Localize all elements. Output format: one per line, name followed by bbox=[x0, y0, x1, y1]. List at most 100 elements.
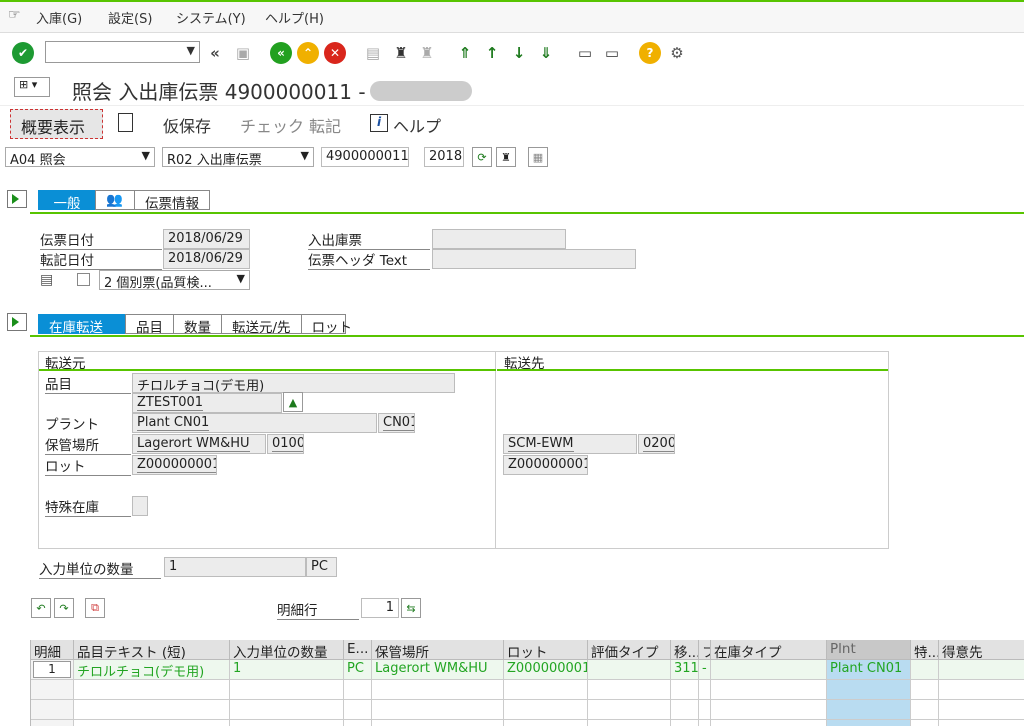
last-page-icon[interactable]: ⇓ bbox=[535, 42, 557, 64]
empty-cell bbox=[711, 680, 827, 700]
info-icon[interactable]: i bbox=[370, 114, 388, 132]
execute-icon[interactable]: ⟳ bbox=[472, 147, 492, 167]
column-header-customer[interactable]: 得意先 bbox=[939, 640, 1024, 660]
plant-value: CN01 bbox=[383, 415, 414, 431]
first-page-icon[interactable]: ⇑ bbox=[454, 42, 476, 64]
empty-cell bbox=[31, 720, 74, 726]
print-option-select[interactable]: 2 個別票(品質検... ▼ bbox=[99, 270, 250, 291]
empty-cell bbox=[344, 720, 372, 726]
reference-doc-select[interactable]: R02 入出庫伝票 ▼ bbox=[162, 147, 314, 168]
material-image-icon[interactable]: ▲ bbox=[283, 392, 303, 412]
unit-field: PC bbox=[306, 557, 337, 577]
tab-batch[interactable]: ロット bbox=[300, 314, 352, 336]
column-header-batch[interactable]: ロット bbox=[504, 640, 588, 660]
command-field[interactable]: ▼ bbox=[45, 41, 200, 63]
exit-icon[interactable]: ⌃ bbox=[297, 42, 319, 64]
column-header-movement-type[interactable]: 移... bbox=[671, 640, 699, 660]
document-number-input[interactable]: 4900000011 bbox=[321, 147, 409, 167]
next-page-icon[interactable]: ↓ bbox=[508, 42, 530, 64]
column-header-text[interactable]: 品目テキスト (短) bbox=[74, 640, 230, 660]
tab-general[interactable]: 一般 bbox=[38, 190, 96, 212]
column-header-flag[interactable]: フ bbox=[699, 640, 711, 660]
previous-item-icon[interactable]: ↶ bbox=[31, 598, 51, 618]
new-document-icon[interactable] bbox=[118, 113, 133, 132]
item-tabs: 在庫転送 品目 数量 転送元/先 ロット bbox=[38, 314, 352, 336]
quantity-label: 入力単位の数量 bbox=[39, 558, 161, 579]
to-batch-field: Z000000001 bbox=[503, 455, 588, 475]
cell-item[interactable]: 1 bbox=[31, 660, 74, 680]
action-select[interactable]: A04 照会 ▼ bbox=[5, 147, 155, 168]
cancel-icon[interactable]: ✕ bbox=[324, 42, 346, 64]
storage-location-value: 0100 bbox=[272, 436, 304, 452]
expand-item-icon[interactable] bbox=[7, 313, 27, 331]
column-header-valuation-type[interactable]: 評価タイプ bbox=[588, 640, 671, 660]
empty-cell bbox=[372, 700, 504, 720]
tab-quantity[interactable]: 数量 bbox=[173, 314, 222, 336]
find-icon[interactable]: ♜ bbox=[390, 42, 412, 64]
item-number-input[interactable]: 1 bbox=[33, 661, 71, 678]
empty-cell bbox=[911, 720, 939, 726]
next-item-icon[interactable]: ↷ bbox=[54, 598, 74, 618]
empty-cell bbox=[74, 700, 230, 720]
collapse-command-icon[interactable]: « bbox=[204, 42, 226, 64]
go-to-item-icon[interactable]: ⇆ bbox=[401, 598, 421, 618]
tab-material[interactable]: 品目 bbox=[125, 314, 174, 336]
gear-icon[interactable]: ⚙ bbox=[666, 42, 688, 64]
help-icon[interactable]: ? bbox=[639, 42, 661, 64]
post-button[interactable]: 転記 bbox=[309, 113, 341, 137]
check-button[interactable]: チェック bbox=[240, 113, 304, 137]
line-item-input[interactable]: 1 bbox=[361, 598, 399, 618]
column-header-quantity[interactable]: 入力単位の数量 bbox=[230, 640, 344, 660]
back-icon[interactable]: « bbox=[270, 42, 292, 64]
menu-item-goods-receipt[interactable]: 入庫(G) bbox=[36, 8, 82, 27]
find-next-icon[interactable]: ♜ bbox=[416, 42, 438, 64]
chevron-down-icon[interactable]: ▼ bbox=[301, 149, 309, 162]
header-text-field bbox=[432, 249, 636, 269]
print-option-value: 2 個別票(品質検... bbox=[104, 276, 212, 291]
column-header-stock-type[interactable]: 在庫タイプ bbox=[711, 640, 827, 660]
tab-doc-info[interactable]: 伝票情報 bbox=[134, 190, 210, 212]
menu-icon[interactable]: ☞ bbox=[8, 7, 21, 23]
cell-plant: Plant CN01 bbox=[827, 660, 911, 680]
column-header-storage-location[interactable]: 保管場所 bbox=[372, 640, 504, 660]
hold-button[interactable]: 仮保存 bbox=[163, 113, 211, 137]
shortcut-icon[interactable]: ▭ bbox=[601, 42, 623, 64]
menu-item-settings[interactable]: 設定(S) bbox=[108, 8, 152, 27]
chevron-down-icon[interactable]: ▼ bbox=[237, 272, 245, 285]
empty-cell bbox=[827, 720, 911, 726]
special-stock-label: 特殊在庫 bbox=[45, 496, 131, 517]
empty-cell bbox=[230, 720, 344, 726]
chevron-down-icon[interactable]: ▼ bbox=[142, 149, 150, 162]
find-icon[interactable]: ♜ bbox=[496, 147, 516, 167]
menu-item-system[interactable]: システム(Y) bbox=[176, 8, 246, 27]
column-header-unit[interactable]: E... bbox=[344, 640, 372, 660]
expand-header-icon[interactable] bbox=[7, 190, 27, 208]
tab-transfer[interactable]: 在庫転送 bbox=[38, 314, 126, 336]
column-header-plant[interactable]: Plnt bbox=[827, 640, 911, 660]
slip-label: 入出庫票 bbox=[308, 229, 430, 250]
cell-quantity: 1 bbox=[230, 660, 344, 680]
storage-location-name-value: Lagerort WM&HU bbox=[137, 436, 250, 452]
calendar-icon[interactable]: ▦ bbox=[528, 147, 548, 167]
delete-item-icon[interactable]: ⧉ bbox=[85, 598, 105, 618]
tab-from-to[interactable]: 転送元/先 bbox=[221, 314, 302, 336]
enter-icon[interactable]: ✔ bbox=[12, 42, 34, 64]
print-checkbox[interactable] bbox=[77, 273, 90, 286]
column-header-item[interactable]: 明細 bbox=[31, 640, 74, 660]
overview-button[interactable]: 概要表示 bbox=[10, 109, 103, 139]
print-icon[interactable]: ▤ bbox=[362, 42, 384, 64]
previous-page-icon[interactable]: ↑ bbox=[481, 42, 503, 64]
cell-stock-type bbox=[711, 660, 827, 680]
save-icon[interactable]: ▣ bbox=[232, 42, 254, 64]
screen-menu-icon[interactable]: ⊞ ▾ bbox=[14, 77, 50, 97]
cell-special bbox=[911, 660, 939, 680]
help-button[interactable]: ヘルプ bbox=[393, 113, 441, 137]
line-item-label: 明細行 bbox=[277, 599, 359, 620]
chevron-down-icon[interactable]: ▼ bbox=[187, 44, 195, 57]
column-header-special[interactable]: 特... bbox=[911, 640, 939, 660]
storage-location-field: 0100 bbox=[267, 434, 304, 454]
tab-partner[interactable]: 👥 bbox=[95, 190, 135, 210]
new-session-icon[interactable]: ▭ bbox=[574, 42, 596, 64]
menu-item-help[interactable]: ヘルプ(H) bbox=[265, 8, 324, 27]
document-year-input[interactable]: 2018 bbox=[424, 147, 464, 167]
